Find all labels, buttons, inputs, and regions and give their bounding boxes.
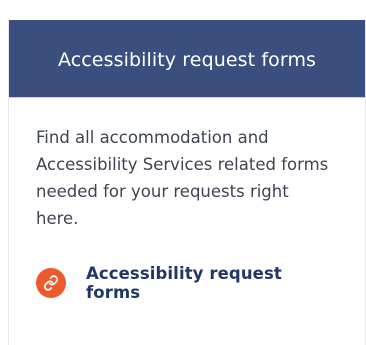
page: Accessibility request forms Find all acc…	[0, 0, 366, 345]
card-header: Accessibility request forms	[9, 20, 365, 98]
card-description: Find all accommodation and Accessibility…	[36, 128, 329, 228]
accessibility-request-forms-link[interactable]: Accessibility request forms	[36, 264, 339, 302]
link-label: Accessibility request forms	[86, 264, 282, 302]
top-strip	[0, 0, 366, 20]
accessibility-forms-card: Accessibility request forms Find all acc…	[8, 20, 366, 345]
link-icon	[36, 268, 66, 298]
card-title: Accessibility request forms	[57, 48, 317, 71]
card-body: Find all accommodation and Accessibility…	[9, 98, 365, 302]
